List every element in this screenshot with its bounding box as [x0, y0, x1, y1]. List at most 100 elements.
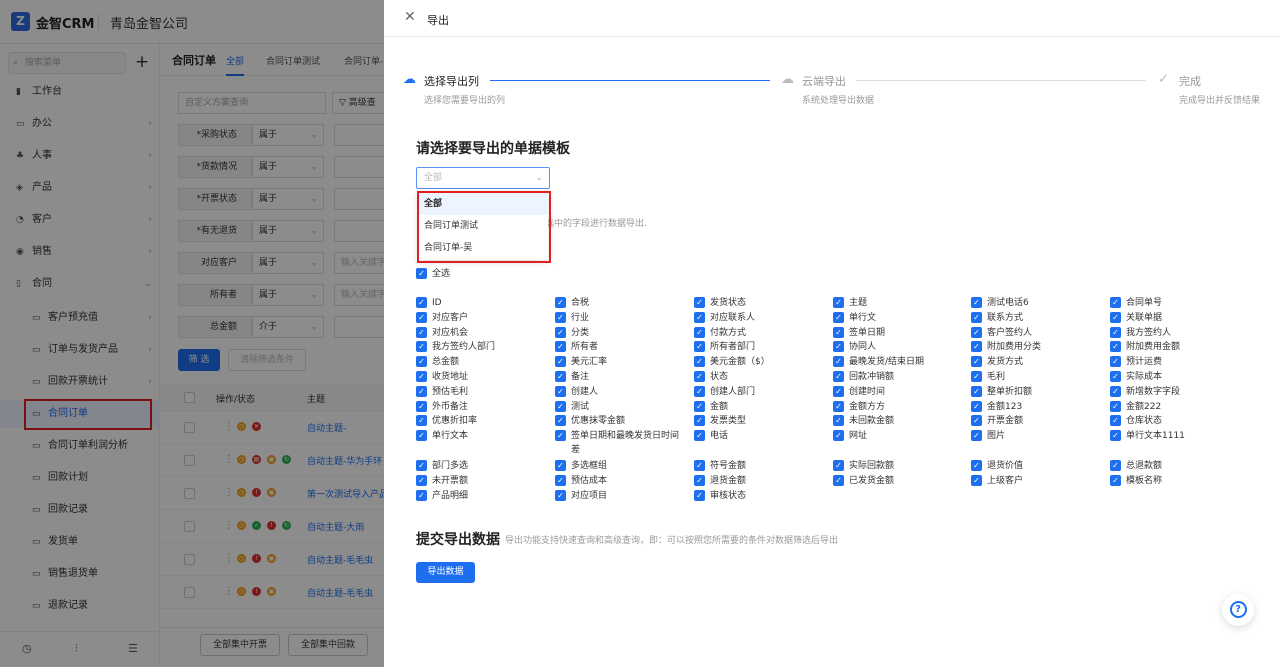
export-field[interactable]: ✓ 附加费用分类 [971, 340, 1103, 355]
checkbox-checked-icon: ✓ [416, 489, 427, 501]
export-field[interactable]: ✓ 创建时间 [833, 385, 965, 400]
export-field[interactable]: ✓ 行业 [555, 311, 687, 326]
export-field[interactable]: ✓ 合同单号 [1110, 296, 1242, 311]
export-field[interactable]: ✓ 实际回款额 [833, 459, 965, 474]
template-select[interactable]: 全部 ⌄ [416, 167, 550, 189]
export-field[interactable]: ✓ 最晚发货/结束日期 [833, 355, 965, 370]
export-field[interactable]: ✓ 图片 [971, 429, 1103, 444]
export-field[interactable]: ✓ 实际成本 [1110, 370, 1242, 385]
export-field[interactable]: ✓ 预计运费 [1110, 355, 1242, 370]
export-field[interactable]: ✓ 状态 [694, 370, 826, 385]
export-field-label: 关联单据 [1126, 312, 1163, 323]
export-field[interactable]: ✓ 对应客户 [416, 311, 548, 326]
export-field[interactable]: ✓ 签单日期和最晚发货日时间差 [555, 429, 687, 455]
export-field-label: 协同人 [849, 342, 877, 353]
checkbox-checked-icon: ✓ [833, 475, 844, 486]
export-field[interactable]: ✓ 新增数字字段 [1110, 385, 1242, 400]
export-field[interactable]: ✓ 金额 [694, 400, 826, 415]
export-field-label: 客户签约人 [987, 327, 1033, 338]
export-field[interactable]: ✓ 总金额 [416, 355, 548, 370]
export-data-button[interactable]: 导出数据 [416, 562, 475, 583]
export-field[interactable]: ✓ 优惠折扣率 [416, 414, 548, 429]
export-field[interactable]: ✓ 电话 [694, 429, 826, 444]
export-field[interactable]: ✓ 外币备注 [416, 400, 548, 415]
export-field[interactable]: ✓ 毛利 [971, 370, 1103, 385]
export-field[interactable]: ✓ 创建人部门 [694, 385, 826, 400]
export-field[interactable]: ✓ 总退款额 [1110, 459, 1242, 474]
checkbox-checked-icon: ✓ [971, 341, 982, 353]
export-field[interactable]: ✓ 发货方式 [971, 355, 1103, 370]
export-field[interactable]: ✓ 所有者 [555, 340, 687, 355]
export-field[interactable]: ✓ 优惠抹零金额 [555, 414, 687, 429]
export-field[interactable]: ✓ 审核状态 [694, 489, 826, 504]
checkbox-checked-icon: ✓ [1110, 385, 1121, 397]
export-field[interactable]: ✓ 上级客户 [971, 474, 1103, 489]
export-field[interactable]: ✓ 附加费用金额 [1110, 340, 1242, 355]
export-field[interactable]: ✓ 所有者部门 [694, 340, 826, 355]
export-field[interactable]: ✓ 联系方式 [971, 311, 1103, 326]
export-field[interactable]: ✓ 金额222 [1110, 400, 1242, 415]
step-3-desc: 完成导出并反馈结果 [1179, 96, 1261, 106]
checkbox-checked-icon: ✓ [833, 311, 844, 323]
export-field[interactable]: ✓ 对应机会 [416, 326, 548, 341]
export-field[interactable]: ✓ 金额123 [971, 400, 1103, 415]
export-field[interactable]: ✓ 仓库状态 [1110, 414, 1242, 429]
export-field[interactable]: ✓ 美元金额（$） [694, 355, 826, 370]
export-field-label: 符号金额 [710, 461, 747, 472]
export-field[interactable]: ✓ 我方签约人 [1110, 326, 1242, 341]
export-field[interactable]: ✓ ID [416, 296, 548, 311]
export-field[interactable]: ✓ 预估成本 [555, 474, 687, 489]
export-field[interactable]: ✓ 模板名称 [1110, 474, 1242, 489]
export-field[interactable]: ✓ 未回款金额 [833, 414, 965, 429]
export-field[interactable]: ✓ 预估毛利 [416, 385, 548, 400]
export-field[interactable]: ✓ 收货地址 [416, 370, 548, 385]
export-field[interactable]: ✓ 网址 [833, 429, 965, 444]
export-field[interactable]: ✓ 符号金额 [694, 459, 826, 474]
export-field-label: 签单日期和最晚发货日时间差 [571, 431, 680, 456]
export-field[interactable]: ✓ 美元汇率 [555, 355, 687, 370]
checkbox-checked-icon: ✓ [971, 356, 982, 368]
export-field[interactable]: ✓ 开票金额 [971, 414, 1103, 429]
export-field[interactable]: ✓ 合税 [555, 296, 687, 311]
export-field[interactable]: ✓ 整单折扣额 [971, 385, 1103, 400]
export-field[interactable]: ✓ 客户签约人 [971, 326, 1103, 341]
checkbox-checked-icon: ✓ [555, 326, 566, 338]
export-field[interactable]: ✓ 签单日期 [833, 326, 965, 341]
checkbox-checked-icon: ✓ [971, 311, 982, 323]
export-field[interactable]: ✓ 我方签约人部门 [416, 340, 548, 355]
export-field[interactable]: ✓ 发货状态 [694, 296, 826, 311]
export-field-label: 金额123 [987, 401, 1023, 412]
export-field-label: 收货地址 [432, 372, 469, 382]
help-button[interactable]: ? [1222, 594, 1254, 626]
export-field[interactable]: ✓ 协同人 [833, 340, 965, 355]
export-field[interactable]: ✓ 付款方式 [694, 326, 826, 341]
checkbox-checked-icon: ✓ [416, 297, 427, 308]
export-field[interactable]: ✓ 产品明细 [416, 489, 548, 504]
close-icon[interactable]: ✕ [404, 9, 416, 25]
export-field[interactable]: ✓ 金额方方 [833, 400, 965, 415]
export-field[interactable]: ✓ 对应项目 [555, 489, 687, 504]
export-field[interactable]: ✓ 未开票额 [416, 474, 548, 489]
export-field[interactable]: ✓ 关联单据 [1110, 311, 1242, 326]
export-field[interactable]: ✓ 单行文 [833, 311, 965, 326]
export-field[interactable]: ✓ 单行文本 [416, 429, 548, 444]
export-field[interactable]: ✓ 多选框组 [555, 459, 687, 474]
export-field[interactable]: ✓ 测试电话6 [971, 296, 1103, 311]
checkbox-checked-icon: ✓ [694, 297, 705, 308]
export-field[interactable]: ✓ 单行文本1111 [1110, 429, 1242, 444]
export-field[interactable]: ✓ 分类 [555, 326, 687, 341]
export-field[interactable]: ✓ 创建人 [555, 385, 687, 400]
export-field[interactable]: ✓ 退货金额 [694, 474, 826, 489]
step-1-desc: 选择您需要导出的列 [424, 96, 506, 106]
export-field[interactable]: ✓ 已发货金额 [833, 474, 965, 489]
export-field[interactable]: ✓ 备注 [555, 370, 687, 385]
export-field-label: 所有者部门 [710, 342, 756, 353]
export-field[interactable]: ✓ 退货价值 [971, 459, 1103, 474]
export-field[interactable]: ✓ 测试 [555, 400, 687, 415]
export-field[interactable]: ✓ 部门多选 [416, 459, 548, 474]
modal-overlay[interactable] [0, 0, 384, 667]
export-field[interactable]: ✓ 主题 [833, 296, 965, 311]
export-field[interactable]: ✓ 对应联系人 [694, 311, 826, 326]
export-field[interactable]: ✓ 发票类型 [694, 414, 826, 429]
export-field[interactable]: ✓ 回款冲销额 [833, 370, 965, 385]
